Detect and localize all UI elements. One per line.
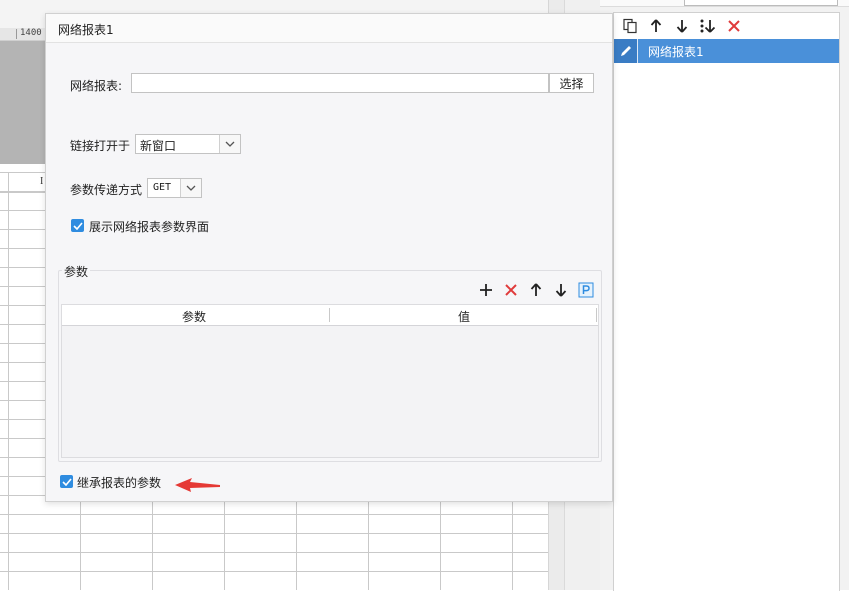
column-divider[interactable]	[596, 308, 597, 322]
params-table-header: 参数 值	[62, 305, 598, 326]
add-icon[interactable]	[476, 280, 496, 300]
select-button[interactable]: 选择	[549, 73, 594, 93]
hyperlink-list-panel: 网络报表1	[600, 0, 849, 591]
hyperlink-list-toolbar	[614, 13, 839, 38]
annotation-arrow-icon	[175, 478, 220, 492]
dialog-title-bar: 网络报表1	[46, 14, 612, 43]
report-label: 网络报表:	[70, 79, 123, 93]
show-params-checkbox[interactable]	[71, 219, 84, 232]
arrow-down-icon[interactable]	[672, 16, 692, 36]
copy-icon[interactable]	[620, 16, 640, 36]
open-in-dropdown[interactable]: 新窗口	[135, 134, 241, 154]
arrow-down-icon[interactable]	[551, 280, 571, 300]
inherit-params-label: 继承报表的参数	[77, 476, 162, 490]
column-header-param[interactable]: 参数	[182, 308, 206, 325]
column-letter: I	[40, 176, 44, 187]
ruler-label: 1400	[20, 28, 42, 38]
network-report-dialog: 网络报表1 网络报表: 选择 链接打开于 新窗口 参数传递方式 GET 展示网络…	[45, 13, 613, 502]
delete-x-icon[interactable]	[501, 280, 521, 300]
open-in-label: 链接打开于	[70, 139, 131, 153]
chevron-down-icon[interactable]	[180, 179, 201, 197]
dialog-title: 网络报表1	[58, 23, 114, 37]
inherit-params-checkbox[interactable]	[60, 475, 73, 488]
param-method-value: GET	[153, 182, 172, 193]
parameter-p-icon[interactable]	[576, 280, 596, 300]
delete-x-icon[interactable]	[724, 16, 744, 36]
open-in-value: 新窗口	[140, 139, 177, 153]
arrow-up-icon[interactable]	[646, 16, 666, 36]
params-group-title: 参数	[62, 263, 91, 280]
param-method-dropdown[interactable]: GET	[147, 178, 202, 198]
hyperlink-list-item[interactable]: 网络报表1	[614, 39, 839, 63]
pencil-icon	[614, 39, 638, 63]
column-header-value[interactable]: 值	[458, 308, 470, 325]
hyperlink-list-item-label: 网络报表1	[648, 44, 704, 59]
params-toolbar	[476, 280, 596, 300]
arrow-up-icon[interactable]	[526, 280, 546, 300]
chevron-down-icon[interactable]	[219, 135, 240, 153]
show-params-label: 展示网络报表参数界面	[89, 220, 210, 234]
sort-down-icon[interactable]	[698, 16, 718, 36]
param-method-label: 参数传递方式	[70, 183, 143, 197]
panel-top-input[interactable]	[684, 0, 838, 6]
hyperlink-list: 网络报表1	[613, 12, 840, 591]
params-table[interactable]: 参数 值	[61, 304, 599, 458]
column-divider[interactable]	[329, 308, 330, 322]
ruler-tick	[16, 29, 17, 39]
report-input[interactable]	[131, 73, 549, 93]
